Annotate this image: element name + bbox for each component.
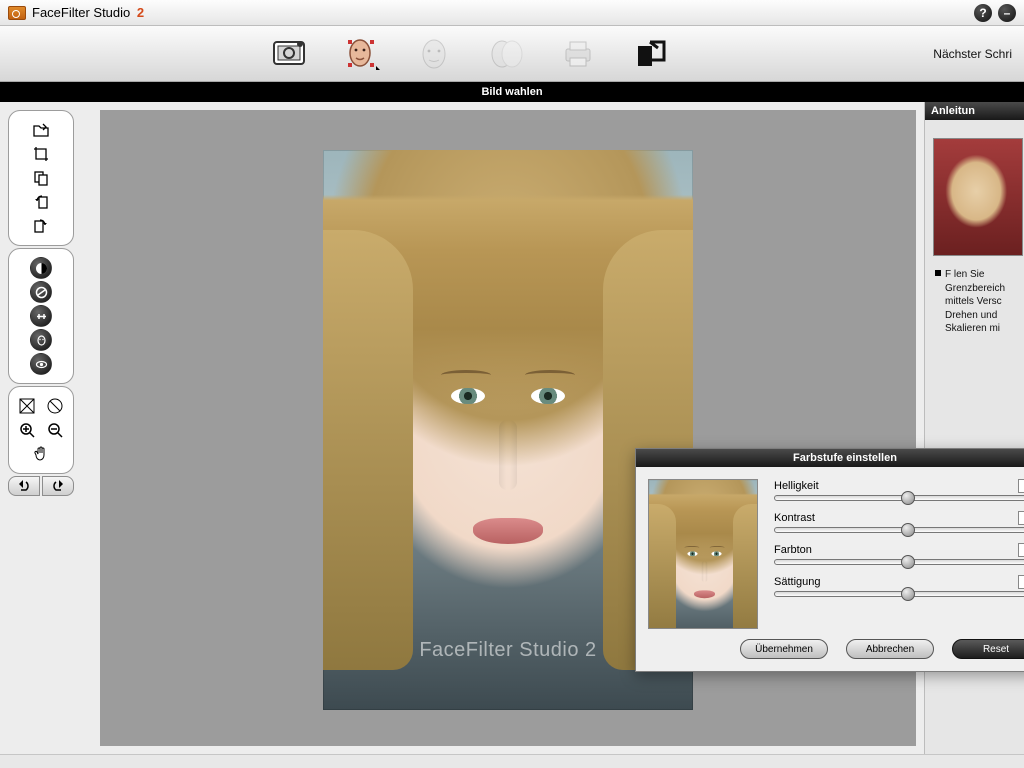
slider-label-contrast: Kontrast (774, 512, 815, 524)
dialog-apply-button[interactable]: Übernehmen (740, 639, 828, 659)
minimize-button[interactable]: – (998, 4, 1016, 22)
step-print[interactable] (556, 34, 600, 74)
redo-button[interactable] (42, 476, 74, 496)
slider-track-brightness[interactable] (774, 495, 1024, 501)
tool-actual[interactable] (43, 395, 67, 417)
slider-value-saturation[interactable] (1018, 575, 1024, 589)
tool-color-balance[interactable] (30, 281, 52, 303)
step-toolbar: Nächster Schri (0, 26, 1024, 82)
next-step-label: Nächster Schri (933, 47, 1012, 61)
tool-pan[interactable] (15, 443, 67, 465)
slider-label-hue: Farbton (774, 544, 812, 556)
bullet-icon (935, 270, 941, 276)
tool-zoom-in[interactable] (15, 419, 39, 441)
step-expression[interactable] (412, 34, 456, 74)
tool-contrast[interactable] (30, 257, 52, 279)
dialog-reset-label: Reset (983, 644, 1009, 655)
tool-copy[interactable] (15, 167, 67, 189)
dialog-reset-button[interactable]: Reset (952, 639, 1024, 659)
guide-header: Anleitun (925, 102, 1024, 120)
step-fit-face[interactable] (340, 34, 384, 74)
undo-redo-bar (8, 476, 74, 496)
slider-brightness: Helligkeit (774, 479, 1024, 501)
app-title-text: FaceFilter Studio (32, 5, 130, 20)
title-bar: FaceFilter Studio 2 ? – (0, 0, 1024, 26)
slider-value-brightness[interactable] (1018, 479, 1024, 493)
main-area: FaceFilter Studio 2 Anleitun F len Sie G… (0, 102, 1024, 754)
dialog-apply-label: Übernehmen (755, 644, 813, 655)
step-open-image[interactable] (268, 34, 312, 74)
palette-group-file (8, 110, 74, 246)
tool-rotate-right[interactable] (15, 215, 67, 237)
app-logo-icon (8, 6, 26, 20)
slider-track-contrast[interactable] (774, 527, 1024, 533)
tool-fit[interactable] (15, 395, 39, 417)
slider-saturation: Sättigung (774, 575, 1024, 597)
tool-levels[interactable] (30, 305, 52, 327)
next-step-link[interactable]: Nächster Schri (933, 26, 1012, 81)
dialog-sliders: Helligkeit Kontrast Farbton Sättigung (774, 479, 1024, 629)
slider-knob-contrast[interactable] (901, 523, 915, 537)
undo-button[interactable] (8, 476, 40, 496)
slider-value-hue[interactable] (1018, 543, 1024, 557)
section-header-label: Bild wahlen (481, 86, 542, 98)
tool-crop[interactable] (15, 143, 67, 165)
app-title: FaceFilter Studio 2 (32, 5, 144, 20)
guide-text: F len Sie Grenzbereich mittels Versc Dre… (925, 268, 1024, 336)
dialog-cancel-label: Abbrechen (866, 644, 914, 655)
palette-group-view (8, 386, 74, 474)
slider-knob-hue[interactable] (901, 555, 915, 569)
dialog-cancel-button[interactable]: Abbrechen (846, 639, 934, 659)
slider-track-saturation[interactable] (774, 591, 1024, 597)
tool-open[interactable] (15, 119, 67, 141)
guide-illustration (933, 138, 1023, 256)
color-level-dialog: Farbstufe einstellen Helligkeit (635, 448, 1024, 672)
help-button[interactable]: ? (974, 4, 992, 22)
slider-value-contrast[interactable] (1018, 511, 1024, 525)
tool-zoom-out[interactable] (43, 419, 67, 441)
slider-hue: Farbton (774, 543, 1024, 565)
tool-redeye[interactable] (30, 353, 52, 375)
slider-knob-saturation[interactable] (901, 587, 915, 601)
palette-group-adjust (8, 248, 74, 384)
guide-text-body: Grenzbereich mittels Versc Drehen und Sk… (945, 282, 1020, 336)
status-bar (0, 754, 1024, 768)
step-exit[interactable] (628, 34, 672, 74)
dialog-title-bar[interactable]: Farbstufe einstellen (636, 449, 1024, 467)
slider-track-hue[interactable] (774, 559, 1024, 565)
tool-rotate-left[interactable] (15, 191, 67, 213)
slider-contrast: Kontrast (774, 511, 1024, 533)
slider-label-brightness: Helligkeit (774, 480, 819, 492)
section-header: Bild wahlen (0, 82, 1024, 102)
slider-label-saturation: Sättigung (774, 576, 820, 588)
guide-header-label: Anleitun (931, 105, 975, 117)
guide-text-lead: F len Sie (945, 269, 984, 280)
step-skin[interactable] (484, 34, 528, 74)
app-version: 2 (137, 5, 144, 20)
tool-palette (8, 110, 74, 496)
dialog-title: Farbstufe einstellen (793, 452, 897, 464)
slider-knob-brightness[interactable] (901, 491, 915, 505)
dialog-preview (648, 479, 758, 629)
tool-smart-portrait[interactable] (30, 329, 52, 351)
